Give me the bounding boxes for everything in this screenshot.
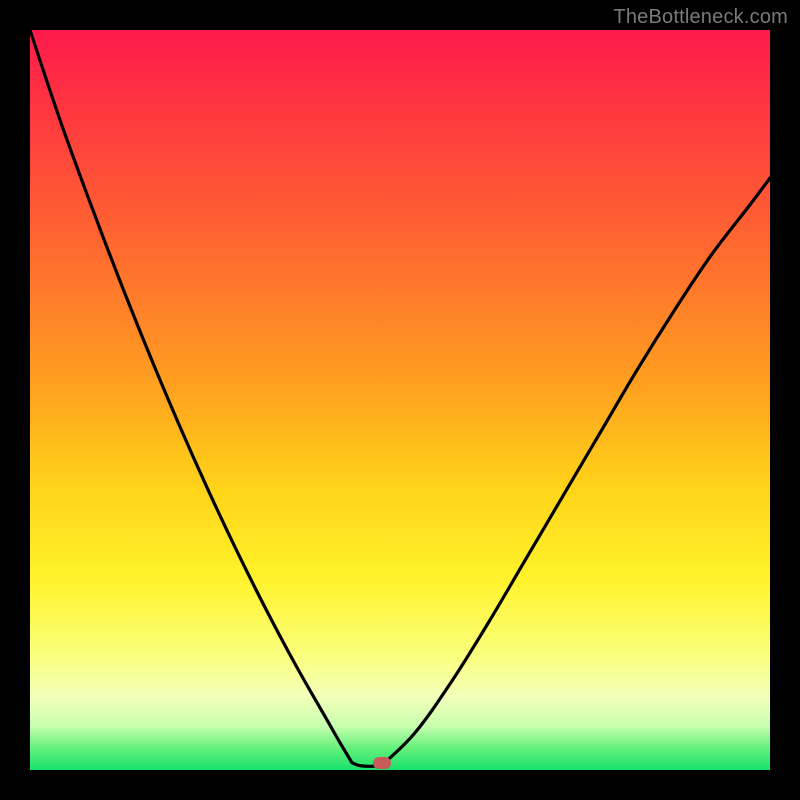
plot-area: [30, 30, 770, 770]
minimum-marker: [373, 757, 391, 769]
chart-frame: TheBottleneck.com: [0, 0, 800, 800]
bottleneck-curve: [30, 30, 770, 770]
curve-left-branch: [30, 30, 352, 763]
curve-right-branch: [382, 178, 771, 766]
watermark-text: TheBottleneck.com: [613, 6, 788, 29]
